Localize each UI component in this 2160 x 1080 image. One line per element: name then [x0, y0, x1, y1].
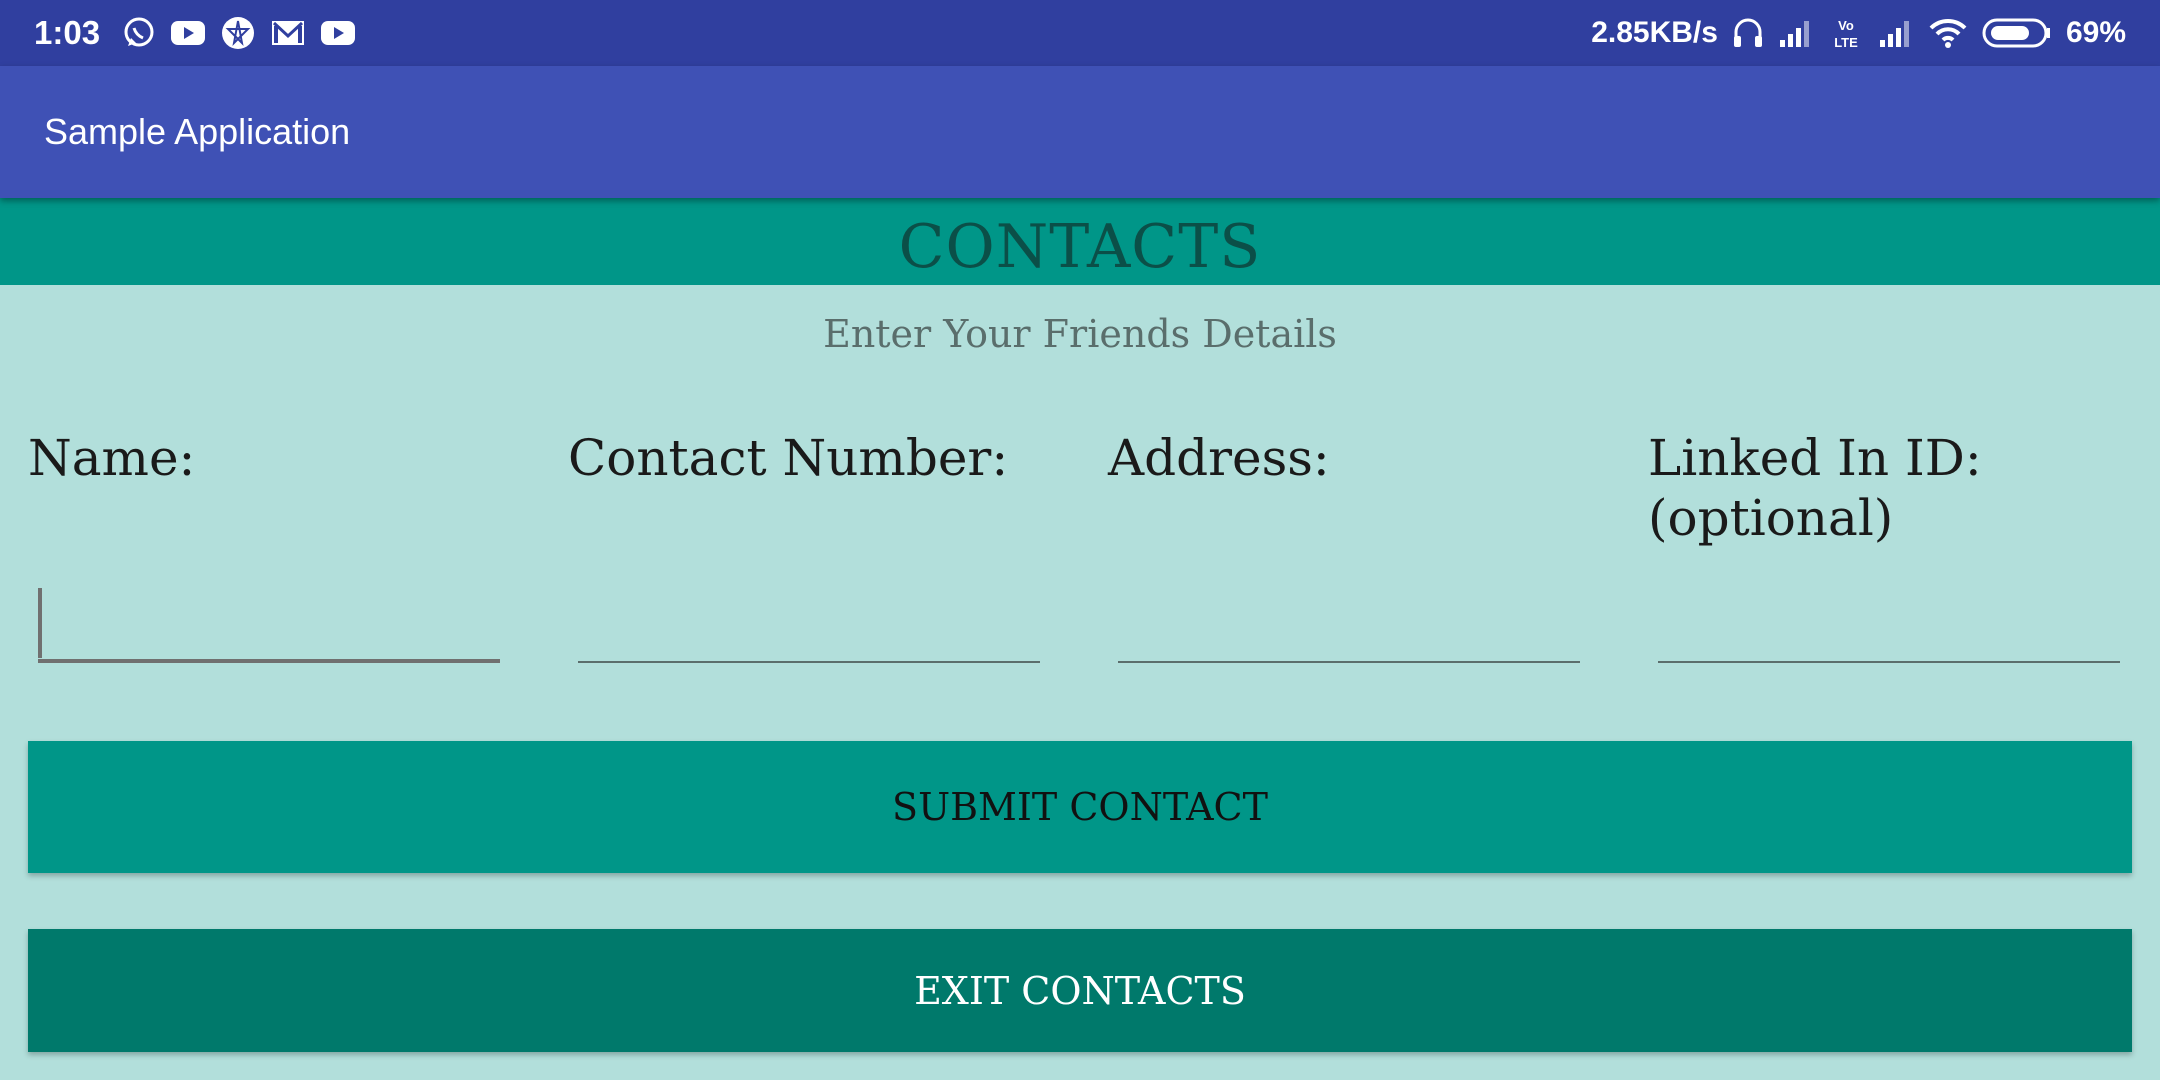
svg-text:Vo: Vo	[1838, 18, 1854, 33]
status-bar: 1:03 2.85KB/s Vo LTE 69%	[0, 0, 2160, 66]
volte-icon: Vo LTE	[1828, 16, 1864, 50]
exit-contacts-button[interactable]: EXIT CONTACTS	[28, 929, 2132, 1052]
battery-percent: 69%	[2065, 16, 2126, 49]
youtube-icon	[320, 19, 356, 47]
address-label: Address:	[1108, 429, 1330, 487]
contacts-banner: CONTACTS	[0, 198, 2160, 285]
page-title: CONTACTS	[898, 211, 1262, 282]
contact-number-label: Contact Number:	[568, 429, 1009, 487]
linkedin-id-input[interactable]	[1658, 585, 2120, 663]
name-input[interactable]	[38, 585, 500, 663]
youtube-icon	[170, 19, 206, 47]
headphones-icon	[1732, 16, 1764, 50]
signal-icon	[1778, 18, 1814, 48]
text-cursor	[38, 588, 42, 658]
name-label: Name:	[28, 429, 196, 487]
wifi-icon	[1928, 17, 1968, 49]
page-subtitle: Enter Your Friends Details	[823, 312, 1337, 356]
app-bar: Sample Application	[0, 66, 2160, 198]
address-input[interactable]	[1118, 585, 1580, 663]
contact-number-input[interactable]	[578, 585, 1040, 663]
submit-contact-button[interactable]: SUBMIT CONTACT	[28, 741, 2132, 873]
app-title: Sample Application	[44, 111, 351, 152]
gmail-icon	[270, 18, 306, 48]
status-time: 1:03	[34, 14, 101, 51]
signal-icon	[1878, 18, 1914, 48]
net-speed: 2.85KB/s	[1591, 16, 1718, 49]
app-icon	[220, 15, 256, 51]
whatsapp-icon	[122, 16, 156, 50]
linkedin-id-label: Linked In ID: (optional)	[1648, 429, 1982, 547]
battery-icon	[1982, 17, 2052, 49]
svg-text:LTE: LTE	[1834, 35, 1858, 50]
